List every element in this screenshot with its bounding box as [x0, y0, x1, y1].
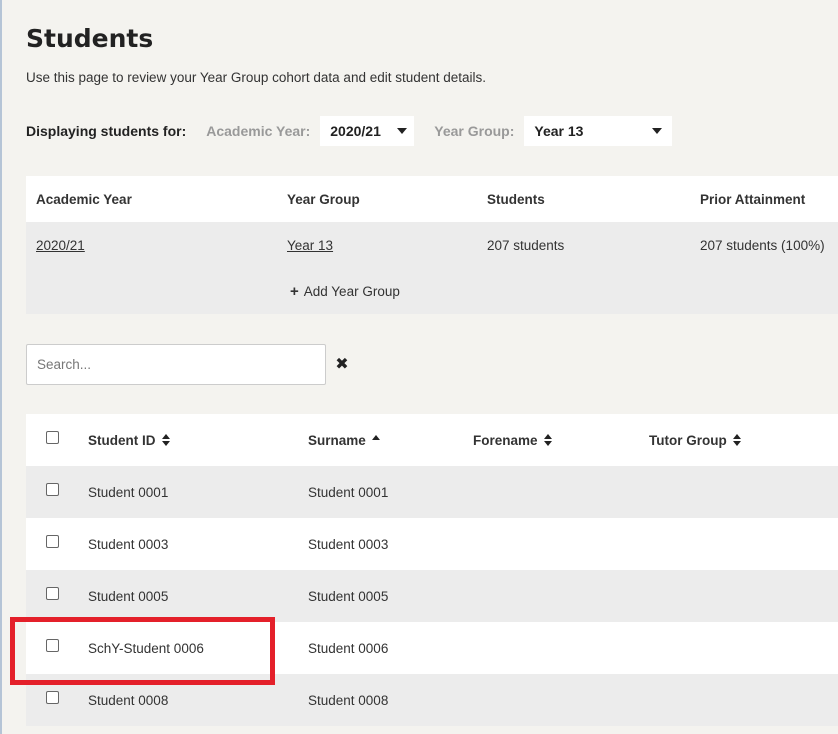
- summary-header-prior-attainment: Prior Attainment: [700, 191, 806, 207]
- surname-cell: Student 0001: [308, 484, 389, 500]
- header-tutor-group-label: Tutor Group: [649, 432, 727, 448]
- academic-year-select[interactable]: 2020/21: [320, 116, 415, 146]
- table-row[interactable]: Student 0001 Student 0001: [26, 466, 838, 518]
- header-student-id-label: Student ID: [88, 432, 156, 448]
- students-header-row: Student ID Surname Forename Tutor Group: [26, 414, 838, 466]
- header-tutor-group[interactable]: Tutor Group: [649, 414, 741, 466]
- year-group-summary-table: Academic Year Year Group Students Prior …: [26, 176, 838, 314]
- summary-header-students: Students: [487, 191, 545, 207]
- surname-cell: Student 0006: [308, 640, 389, 656]
- students-count: 207 students: [487, 237, 565, 253]
- filter-bar: Displaying students for: Academic Year: …: [26, 116, 673, 146]
- page-description: Use this page to review your Year Group …: [26, 70, 487, 85]
- header-forename[interactable]: Forename: [473, 414, 552, 466]
- year-group-select[interactable]: Year 13: [524, 116, 673, 146]
- add-year-group-button[interactable]: + Add Year Group: [290, 268, 400, 314]
- highlight-annotation-box: [10, 617, 275, 685]
- sort-icon: [732, 434, 741, 446]
- page-title: Students: [26, 24, 154, 53]
- close-icon[interactable]: ✖: [334, 354, 350, 374]
- row-checkbox[interactable]: [46, 586, 59, 600]
- student-id-cell: Student 0005: [88, 588, 169, 604]
- header-surname-label: Surname: [308, 432, 366, 448]
- filter-lead-label: Displaying students for:: [26, 123, 187, 139]
- year-group-value: Year 13: [534, 123, 584, 139]
- year-group-label: Year Group:: [434, 123, 515, 139]
- plus-icon: +: [290, 282, 299, 300]
- sort-icon: [161, 434, 170, 446]
- header-student-id[interactable]: Student ID: [88, 414, 170, 466]
- prior-attainment-value: 207 students (100%): [700, 237, 825, 253]
- header-forename-label: Forename: [473, 432, 538, 448]
- surname-cell: Student 0008: [308, 692, 389, 708]
- table-row[interactable]: Student 0005 Student 0005: [26, 570, 838, 622]
- row-checkbox[interactable]: [46, 690, 59, 704]
- window-edge: [0, 0, 2, 734]
- add-year-group-label: Add Year Group: [303, 283, 400, 299]
- sort-ascending-icon: [371, 434, 380, 440]
- student-id-cell: Student 0003: [88, 536, 169, 552]
- summary-header-row: Academic Year Year Group Students Prior …: [26, 176, 838, 222]
- sort-icon: [543, 434, 552, 446]
- select-all-checkbox[interactable]: [46, 430, 59, 444]
- student-id-cell: Student 0001: [88, 484, 169, 500]
- summary-row: 2020/21 Year 13 207 students 207 student…: [26, 222, 838, 268]
- surname-cell: Student 0005: [308, 588, 389, 604]
- table-row[interactable]: Student 0003 Student 0003: [26, 518, 838, 570]
- summary-header-academic-year: Academic Year: [36, 191, 132, 207]
- row-checkbox[interactable]: [46, 482, 59, 496]
- academic-year-value: 2020/21: [330, 123, 381, 139]
- row-checkbox[interactable]: [46, 534, 59, 548]
- students-table: Student ID Surname Forename Tutor Group …: [26, 414, 838, 734]
- header-surname[interactable]: Surname: [308, 414, 380, 466]
- year-group-link[interactable]: Year 13: [287, 238, 333, 253]
- summary-header-year-group: Year Group: [287, 191, 360, 207]
- academic-year-link[interactable]: 2020/21: [36, 238, 85, 253]
- academic-year-label: Academic Year:: [206, 123, 311, 139]
- caret-down-icon: [396, 128, 407, 134]
- surname-cell: Student 0003: [308, 536, 389, 552]
- caret-down-icon: [652, 128, 663, 134]
- search-input[interactable]: [26, 344, 326, 385]
